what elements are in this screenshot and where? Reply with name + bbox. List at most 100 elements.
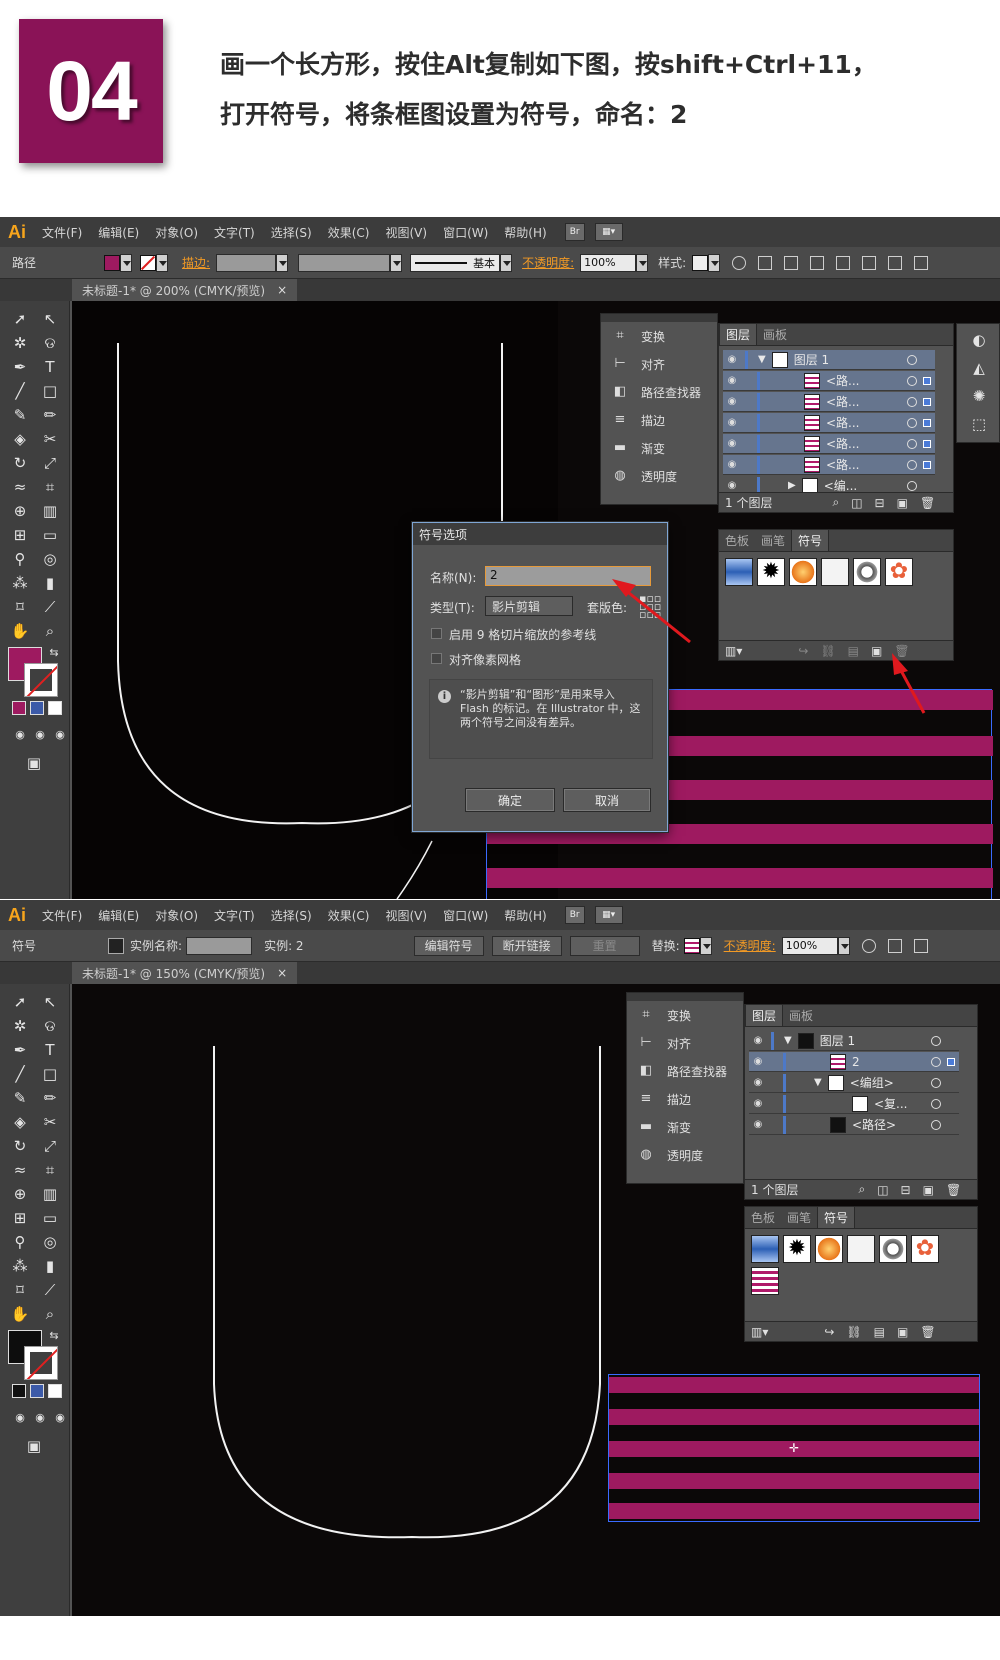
stroke-color-box[interactable] bbox=[24, 1346, 58, 1380]
menu-select[interactable]: 选择(S) bbox=[263, 907, 320, 924]
screen-mode-icon[interactable]: ▣ bbox=[24, 1436, 44, 1456]
symbol-blue-ribbon[interactable] bbox=[751, 1235, 779, 1263]
symbol-sprayer-tool-icon[interactable]: ⁂ bbox=[10, 1256, 30, 1276]
align-to-icon[interactable] bbox=[887, 938, 902, 953]
arrange-documents-icon[interactable]: ▦▾ bbox=[594, 906, 623, 924]
menu-view[interactable]: 视图(V) bbox=[377, 907, 435, 924]
hand-tool-icon[interactable]: ✋ bbox=[10, 1304, 30, 1324]
transparency-panel-item[interactable]: ◍ 透明度 bbox=[627, 1141, 743, 1169]
visibility-eye-icon[interactable]: ◉ bbox=[749, 1119, 767, 1130]
reference-point-icon[interactable] bbox=[913, 938, 928, 953]
rotate-tool-icon[interactable]: ↻ bbox=[10, 1136, 30, 1156]
delete-symbol-icon[interactable]: 🗑 bbox=[920, 1325, 935, 1339]
layer-row[interactable]: ◉ <路径> bbox=[749, 1115, 959, 1135]
break-link-icon[interactable]: ⛓ bbox=[846, 1325, 861, 1339]
replace-symbol-swatch[interactable] bbox=[683, 937, 700, 954]
align-panel-item[interactable]: ⊢ 对齐 bbox=[627, 1029, 743, 1057]
mesh-tool-icon[interactable]: ⊞ bbox=[10, 1208, 30, 1228]
layer-target-icon[interactable] bbox=[931, 1098, 941, 1109]
draw-inside-icon[interactable]: ◉ bbox=[50, 1408, 70, 1428]
reset-button[interactable]: 重置 bbox=[569, 935, 640, 956]
gradient-panel-item[interactable]: ▬ 渐变 bbox=[627, 1113, 743, 1141]
menu-type[interactable]: 文字(T) bbox=[206, 907, 263, 924]
layer-target-icon[interactable] bbox=[931, 1056, 941, 1067]
break-link-button[interactable]: 断开链接 bbox=[491, 935, 562, 956]
bridge-button[interactable]: Br bbox=[564, 906, 585, 924]
swap-colors-icon[interactable]: ⇆ bbox=[44, 1326, 64, 1346]
layer-target-icon[interactable] bbox=[931, 1077, 941, 1088]
gradient-mode-icon[interactable] bbox=[30, 1384, 44, 1398]
pen-tool-icon[interactable]: ✒ bbox=[10, 1040, 30, 1060]
place-symbol-icon[interactable]: ↪ bbox=[824, 1325, 834, 1339]
document-tab[interactable]: 未标题-1* @ 150% (CMYK/预览) × bbox=[72, 962, 298, 984]
selection-indicator[interactable] bbox=[947, 1057, 955, 1066]
blob-brush-tool-icon[interactable]: ◈ bbox=[10, 1112, 30, 1132]
instance-name-field[interactable] bbox=[186, 936, 253, 955]
zoom-tool-icon[interactable]: ⌕ bbox=[40, 1304, 60, 1324]
color-mode-icon[interactable] bbox=[12, 1384, 26, 1398]
menu-effect[interactable]: 效果(C) bbox=[320, 907, 378, 924]
transform-panel-item[interactable]: ⌗ 变换 bbox=[627, 1001, 743, 1029]
opacity-field[interactable]: 100% bbox=[781, 936, 838, 955]
symbol-libraries-icon[interactable]: ▥▾ bbox=[751, 1325, 768, 1339]
tab-swatches[interactable]: 色板 bbox=[745, 1207, 781, 1228]
layer-row[interactable]: ◉ ▼ <编组> bbox=[749, 1073, 959, 1093]
free-transform-tool-icon[interactable]: ⌗ bbox=[40, 1160, 60, 1180]
recolor-icon[interactable] bbox=[861, 938, 876, 953]
shape-builder-tool-icon[interactable]: ⊕ bbox=[10, 1184, 30, 1204]
symbol-2-stripes[interactable] bbox=[751, 1267, 779, 1295]
tab-artboards[interactable]: 画板 bbox=[783, 1005, 819, 1026]
tab-symbols[interactable]: 符号 bbox=[817, 1206, 856, 1228]
menu-edit[interactable]: 编辑(E) bbox=[90, 907, 147, 924]
eyedropper-tool-icon[interactable]: ⚲ bbox=[10, 1232, 30, 1252]
close-tab-icon[interactable]: × bbox=[277, 966, 287, 980]
direct-selection-tool-icon[interactable]: ↖ bbox=[40, 992, 60, 1012]
layer-target-icon[interactable] bbox=[931, 1035, 941, 1046]
layer-target-icon[interactable] bbox=[931, 1119, 941, 1130]
symbol-blank[interactable] bbox=[847, 1235, 875, 1263]
new-sublayer-icon[interactable]: ⊟ bbox=[901, 1183, 911, 1197]
rectangle-tool-icon[interactable]: □ bbox=[40, 1064, 60, 1084]
layer-row-main[interactable]: ◉ ▼ 图层 1 bbox=[749, 1031, 959, 1051]
opacity-label[interactable]: 不透明度: bbox=[724, 937, 776, 954]
symbol-chain-ring[interactable] bbox=[879, 1235, 907, 1263]
edit-symbol-button[interactable]: 编辑符号 bbox=[413, 935, 484, 956]
menu-window[interactable]: 窗口(W) bbox=[435, 907, 496, 924]
selection-tool-icon[interactable]: ➚ bbox=[10, 992, 30, 1012]
draw-normal-icon[interactable]: ◉ bbox=[10, 1408, 30, 1428]
pathfinder-panel-item[interactable]: ◧ 路径查找器 bbox=[627, 1057, 743, 1085]
replace-dropdown[interactable] bbox=[699, 936, 712, 955]
paintbrush-tool-icon[interactable]: ✎ bbox=[10, 1088, 30, 1108]
scissors-tool-icon[interactable]: ✂ bbox=[40, 1112, 60, 1132]
stroke-panel-item[interactable]: ≡ 描边 bbox=[627, 1085, 743, 1113]
new-symbol-icon[interactable]: ▣ bbox=[897, 1325, 908, 1339]
opacity-dropdown[interactable] bbox=[837, 936, 850, 955]
layer-row-symbol[interactable]: ◉ 2 bbox=[749, 1052, 959, 1072]
scale-tool-icon[interactable]: ⤢ bbox=[40, 1136, 60, 1156]
magic-wand-tool-icon[interactable]: ✲ bbox=[10, 1016, 30, 1036]
width-tool-icon[interactable]: ≈ bbox=[10, 1160, 30, 1180]
blend-tool-icon[interactable]: ◎ bbox=[40, 1232, 60, 1252]
expand-arrow-icon[interactable]: ▼ bbox=[814, 1077, 822, 1088]
pencil-tool-icon[interactable]: ✏ bbox=[40, 1088, 60, 1108]
visibility-eye-icon[interactable]: ◉ bbox=[749, 1056, 767, 1067]
symbol-ink-splat[interactable]: ✹ bbox=[783, 1235, 811, 1263]
graph-tool-icon[interactable]: ▮ bbox=[40, 1256, 60, 1276]
clipping-mask-icon[interactable]: ◫ bbox=[877, 1183, 888, 1197]
gradient-tool-icon[interactable]: ▭ bbox=[40, 1208, 60, 1228]
lasso-tool-icon[interactable]: ଡ bbox=[40, 1016, 60, 1036]
type-tool-icon[interactable]: T bbox=[40, 1040, 60, 1060]
perspective-grid-tool-icon[interactable]: ▥ bbox=[40, 1184, 60, 1204]
visibility-eye-icon[interactable]: ◉ bbox=[749, 1077, 767, 1088]
layer-row[interactable]: ◉ <复... bbox=[749, 1094, 959, 1114]
new-layer-icon[interactable]: ▣ bbox=[923, 1183, 934, 1197]
draw-behind-icon[interactable]: ◉ bbox=[30, 1408, 50, 1428]
menu-help[interactable]: 帮助(H) bbox=[496, 907, 554, 924]
menu-object[interactable]: 对象(O) bbox=[147, 907, 206, 924]
line-tool-icon[interactable]: ╱ bbox=[10, 1064, 30, 1084]
artboard-tool-icon[interactable]: ⌑ bbox=[10, 1280, 30, 1300]
locate-object-icon[interactable]: ⌕ bbox=[858, 1182, 865, 1197]
visibility-eye-icon[interactable]: ◉ bbox=[749, 1035, 767, 1046]
slice-tool-icon[interactable]: ⟋ bbox=[40, 1280, 60, 1300]
none-mode-icon[interactable] bbox=[48, 1384, 62, 1398]
